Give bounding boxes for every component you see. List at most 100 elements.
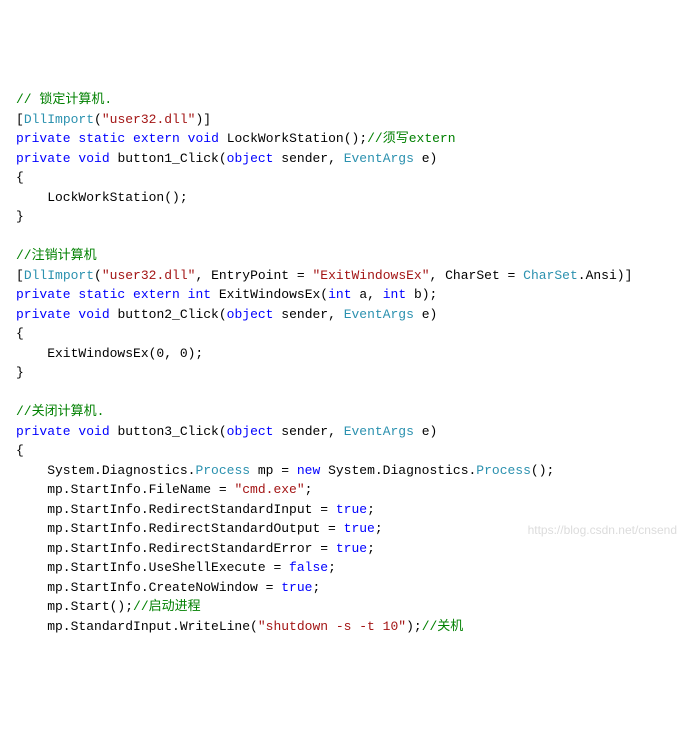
code-line: mp.StartInfo.CreateNoWindow = true; [16, 578, 669, 598]
code-line: } [16, 207, 669, 227]
code-line: private static extern void LockWorkStati… [16, 129, 669, 149]
code-token: sender, [273, 151, 343, 166]
code-token: ( [94, 268, 102, 283]
code-token: LockWorkStation(); [219, 131, 367, 146]
code-token: DllImport [24, 112, 94, 127]
code-token: "ExitWindowsEx" [313, 268, 430, 283]
code-token: System.Diagnostics. [320, 463, 476, 478]
code-token: button2_Click( [110, 307, 227, 322]
code-token: mp = [250, 463, 297, 478]
code-token: extern [133, 131, 180, 146]
code-token: true [281, 580, 312, 595]
code-token: true [336, 541, 367, 556]
code-line: // 锁定计算机. [16, 90, 669, 110]
code-token: { [16, 443, 24, 458]
code-token: static [78, 131, 125, 146]
code-token: Process [195, 463, 250, 478]
code-block: // 锁定计算机.[DllImport("user32.dll")]privat… [16, 90, 669, 636]
code-line [16, 383, 669, 403]
code-token: a, [352, 287, 383, 302]
code-token: mp.Start(); [16, 599, 133, 614]
code-token: new [297, 463, 320, 478]
code-token: , EntryPoint = [195, 268, 312, 283]
code-line: [DllImport("user32.dll", EntryPoint = "E… [16, 266, 669, 286]
code-token: EventArgs [344, 151, 414, 166]
code-token: mp.StartInfo.RedirectStandardOutput = [16, 521, 344, 536]
code-token: object [227, 151, 274, 166]
code-token: int [383, 287, 406, 302]
code-token: mp.StandardInput.WriteLine( [16, 619, 258, 634]
code-token: object [227, 424, 274, 439]
code-token: ); [406, 619, 422, 634]
code-token: //关闭计算机. [16, 404, 104, 419]
watermark-text: https://blog.csdn.net/cnsend [528, 521, 677, 539]
code-token: [ [16, 112, 24, 127]
code-token: void [188, 131, 219, 146]
code-token: e) [414, 307, 437, 322]
code-token: true [336, 502, 367, 517]
code-token: b); [406, 287, 437, 302]
code-token: button1_Click( [110, 151, 227, 166]
code-token: true [344, 521, 375, 536]
code-line: mp.Start();//启动进程 [16, 597, 669, 617]
code-token: sender, [273, 307, 343, 322]
code-line: mp.StartInfo.UseShellExecute = false; [16, 558, 669, 578]
code-line [16, 227, 669, 247]
code-token: void [78, 151, 109, 166]
code-token: //注销计算机 [16, 248, 97, 263]
code-token: ( [94, 112, 102, 127]
code-token: ; [375, 521, 383, 536]
code-line: private void button2_Click(object sender… [16, 305, 669, 325]
code-token: ; [367, 541, 375, 556]
code-token [125, 287, 133, 302]
code-token: //须写extern [367, 131, 455, 146]
code-line: ExitWindowsEx(0, 0); [16, 344, 669, 364]
code-token: mp.StartInfo.CreateNoWindow = [16, 580, 281, 595]
code-token: // 锁定计算机. [16, 92, 112, 107]
code-line: mp.StandardInput.WriteLine("shutdown -s … [16, 617, 669, 637]
code-token: private [16, 287, 71, 302]
code-token [180, 287, 188, 302]
code-token: void [78, 424, 109, 439]
code-token: ; [367, 502, 375, 517]
code-line: { [16, 324, 669, 344]
code-token: int [188, 287, 211, 302]
code-token: EventArgs [344, 307, 414, 322]
code-token: private [16, 151, 71, 166]
code-token: static [78, 287, 125, 302]
code-token: private [16, 424, 71, 439]
code-line: mp.StartInfo.RedirectStandardInput = tru… [16, 500, 669, 520]
code-token: ExitWindowsEx(0, 0); [16, 346, 203, 361]
code-token: //关机 [422, 619, 464, 634]
code-token: mp.StartInfo.RedirectStandardInput = [16, 502, 336, 517]
code-line: mp.StartInfo.FileName = "cmd.exe"; [16, 480, 669, 500]
code-token: false [289, 560, 328, 575]
code-token: sender, [273, 424, 343, 439]
code-token: } [16, 209, 24, 224]
code-token: "shutdown -s -t 10" [258, 619, 406, 634]
code-line: private static extern int ExitWindowsEx(… [16, 285, 669, 305]
code-token: LockWorkStation(); [16, 190, 188, 205]
code-token: "cmd.exe" [234, 482, 304, 497]
code-token: (); [531, 463, 554, 478]
code-token: //启动进程 [133, 599, 201, 614]
code-token: System.Diagnostics. [16, 463, 195, 478]
code-token: private [16, 307, 71, 322]
code-token: e) [414, 151, 437, 166]
code-line: System.Diagnostics.Process mp = new Syst… [16, 461, 669, 481]
code-token: ; [305, 482, 313, 497]
code-token: .Ansi)] [578, 268, 633, 283]
code-token: e) [414, 424, 437, 439]
code-line: LockWorkStation(); [16, 188, 669, 208]
code-line: //注销计算机 [16, 246, 669, 266]
code-token: mp.StartInfo.UseShellExecute = [16, 560, 289, 575]
code-line: //关闭计算机. [16, 402, 669, 422]
code-token [125, 131, 133, 146]
code-token: private [16, 131, 71, 146]
code-token: EventArgs [344, 424, 414, 439]
code-line: mp.StartInfo.RedirectStandardError = tru… [16, 539, 669, 559]
code-token: )] [195, 112, 211, 127]
code-token: , CharSet = [430, 268, 524, 283]
code-token: "user32.dll" [102, 112, 196, 127]
code-token: int [328, 287, 351, 302]
